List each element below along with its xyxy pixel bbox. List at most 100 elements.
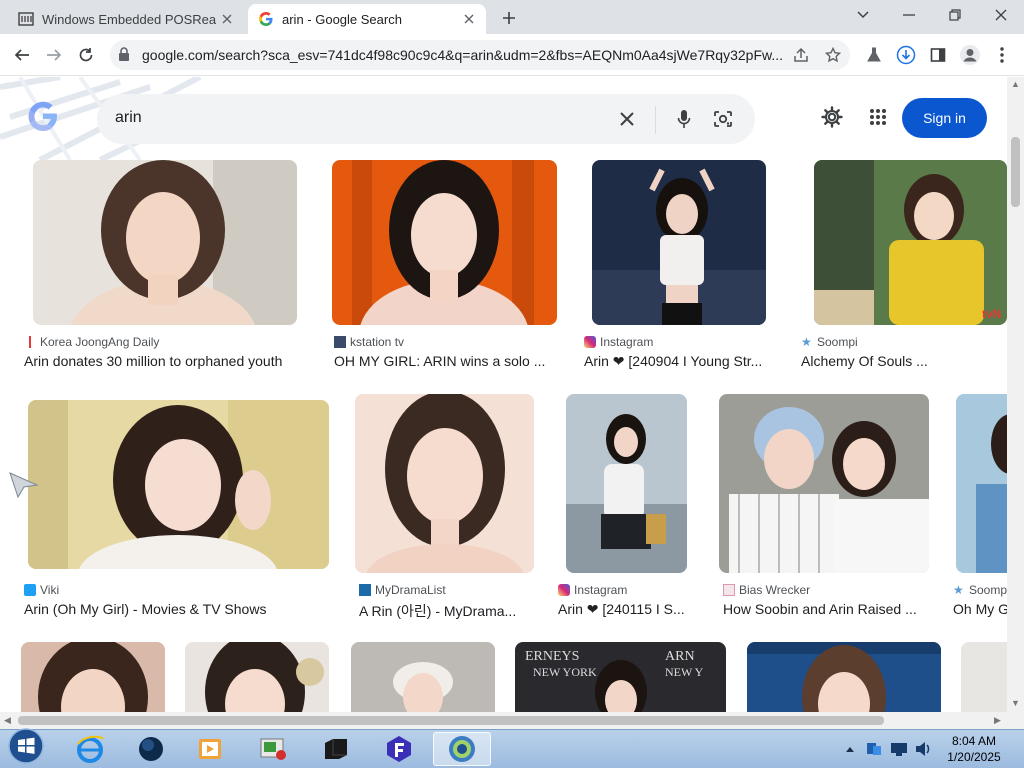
internet-explorer-icon[interactable] [70,732,110,766]
result-title[interactable]: Arin ❤ [240115 I S... [558,601,694,618]
result-thumbnail[interactable] [592,160,766,325]
side-panel-icon[interactable] [924,41,952,69]
menu-kebab-icon[interactable] [988,41,1016,69]
f-app-icon[interactable] [379,732,419,766]
clock-date: 1/20/2025 [947,750,1001,764]
volume-speaker-icon[interactable] [911,732,935,766]
svg-text:NEW Y: NEW Y [665,665,704,679]
vertical-scroll-thumb[interactable] [1011,137,1020,207]
result-thumbnail[interactable] [566,394,687,573]
result-thumbnail[interactable] [185,642,329,712]
start-button[interactable] [6,728,46,764]
restore-icon[interactable] [932,0,978,30]
horizontal-scrollbar[interactable]: ◀ ▶ [0,712,1024,729]
extension-flask-icon[interactable] [860,41,888,69]
monitor-tray-icon[interactable] [887,732,911,766]
tab-google-search[interactable]: arin - Google Search [248,4,486,34]
page-favicon-icon [18,11,34,27]
tab-title: arin - Google Search [282,11,402,27]
voice-search-mic-icon[interactable] [672,107,696,131]
result-title[interactable]: A Rin (아린) - MyDrama... [359,601,529,621]
sign-in-button[interactable]: Sign in [902,98,987,138]
new-tab-plus-icon[interactable] [497,6,521,30]
result-title[interactable]: How Soobin and Arin Raised ... [723,601,923,617]
horizontal-scroll-thumb[interactable] [18,716,884,725]
result-thumbnail[interactable] [332,160,557,325]
result-title[interactable]: Arin ❤ [240904 I Young Str... [584,353,770,370]
result-title[interactable]: Arin (Oh My Girl) - Movies & TV Shows [24,601,324,617]
result-source: MyDramaList [375,583,446,597]
back-arrow-icon[interactable] [8,41,36,69]
globe-app-icon[interactable] [131,732,171,766]
reload-icon[interactable] [72,41,100,69]
search-divider [655,106,656,134]
result-thumbnail[interactable]: ERNEYS NEW YORK ARN NEW Y [515,642,726,712]
terminal-app-icon[interactable] [316,732,356,766]
result-source: kstation tv [350,335,405,349]
minimize-icon[interactable] [886,0,932,30]
scroll-down-arrow-icon[interactable]: ▼ [1011,698,1020,708]
tab-strip: Windows Embedded POSReady arin - Google … [0,0,1024,34]
result-thumbnail[interactable] [355,394,534,573]
network-tray-icon[interactable] [862,732,886,766]
apps-grid-icon[interactable] [865,104,891,130]
mouse-cursor-icon [9,472,39,499]
result-thumbnail[interactable] [961,642,1007,712]
result-thumbnail[interactable]: tvN [814,160,1007,325]
scroll-right-arrow-icon[interactable]: ▶ [994,715,1001,726]
system-clock[interactable]: 8:04 AM 1/20/2025 [942,733,1006,765]
browser-toolbar: google.com/search?sca_esv=741dc4f98c90c9… [0,34,1024,76]
vertical-scrollbar[interactable]: ▲ ▼ [1007,77,1024,712]
source-favicon-icon [334,336,346,348]
mydramalist-icon [359,584,371,596]
screen-recorder-icon[interactable] [253,732,293,766]
clock-time: 8:04 AM [951,734,997,748]
result-title[interactable]: OH MY GIRL: ARIN wins a solo ... [334,353,556,369]
tab-search-chevron-down-icon[interactable] [840,0,886,30]
lock-icon[interactable] [118,47,130,67]
forward-arrow-icon[interactable] [40,41,68,69]
result-thumbnail[interactable] [747,642,941,712]
clear-search-close-icon[interactable] [615,107,639,131]
search-input[interactable]: arin [115,109,142,127]
media-player-icon[interactable] [190,732,230,766]
result-thumbnail[interactable] [28,400,329,569]
instagram-icon [584,336,596,348]
result-title[interactable]: Oh My G [953,601,1007,617]
address-bar[interactable]: google.com/search?sca_esv=741dc4f98c90c9… [110,40,850,70]
search-box[interactable]: arin [97,94,755,144]
result-thumbnail[interactable] [21,642,165,712]
result-thumbnail[interactable] [33,160,297,325]
result-thumbnail[interactable] [351,642,495,712]
result-title[interactable]: Arin donates 30 million to orphaned yout… [24,353,314,369]
result-source: Soompi [817,335,858,349]
share-icon[interactable] [791,45,811,65]
google-logo-icon[interactable] [26,99,60,138]
lens-camera-icon[interactable] [711,107,735,131]
scroll-left-arrow-icon[interactable]: ◀ [4,715,11,726]
result-thumbnail[interactable] [956,394,1007,573]
result-source: Soompi [969,583,1007,597]
bookmark-star-icon[interactable] [823,45,843,65]
windows-taskbar: 8:04 AM 1/20/2025 [0,728,1024,768]
download-icon[interactable] [892,41,920,69]
image-results-grid: Korea JoongAng Daily Arin donates 30 mil… [0,160,1007,712]
show-hidden-icons-chevron-icon[interactable] [840,732,860,766]
close-window-icon[interactable] [978,0,1024,30]
google-header: arin Sign in [0,77,1007,160]
svg-text:ARN: ARN [665,649,695,664]
tab-title: Windows Embedded POSReady [42,11,216,27]
instagram-icon [558,584,570,596]
chrome-taskbar-button[interactable] [433,732,491,766]
result-source: Instagram [600,335,654,349]
settings-gear-icon[interactable] [819,104,845,130]
result-thumbnail[interactable] [719,394,929,573]
close-tab-icon[interactable] [216,8,238,30]
close-tab-icon[interactable] [458,8,480,30]
tab-windows-embedded[interactable]: Windows Embedded POSReady [8,4,244,34]
profile-avatar-icon[interactable] [956,41,984,69]
svg-text:tvN: tvN [982,307,1001,321]
result-title[interactable]: Alchemy Of Souls ... [801,353,941,369]
url-text[interactable]: google.com/search?sca_esv=741dc4f98c90c9… [142,47,782,63]
scroll-up-arrow-icon[interactable]: ▲ [1011,79,1020,89]
